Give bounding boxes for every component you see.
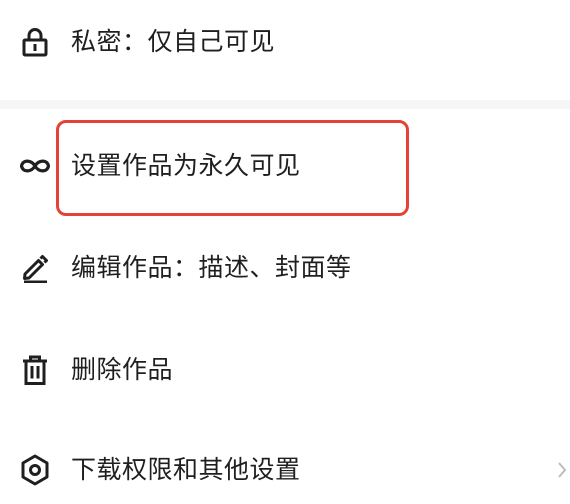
- trash-icon: [18, 353, 52, 387]
- menu-item-delete[interactable]: 删除作品: [0, 340, 570, 400]
- menu-item-permanent-visible[interactable]: 设置作品为永久可见: [0, 136, 570, 196]
- chevron-right-icon: [556, 458, 568, 482]
- menu-item-permanent-visible-label: 设置作品为永久可见: [71, 151, 301, 180]
- pencil-icon: [18, 251, 52, 285]
- section-divider: [0, 100, 570, 109]
- hexagon-settings-icon: [18, 453, 52, 487]
- post-options-menu: 私密：仅自己可见 设置作品为永久可见 编辑作品：描述、封面等 删除作品 下载权限…: [0, 0, 570, 504]
- menu-item-delete-label: 删除作品: [71, 355, 174, 384]
- infinity-icon: [18, 149, 52, 183]
- menu-item-download-settings[interactable]: 下载权限和其他设置: [0, 440, 570, 500]
- menu-item-edit[interactable]: 编辑作品：描述、封面等: [0, 238, 570, 298]
- menu-item-edit-label: 编辑作品：描述、封面等: [71, 253, 352, 282]
- lock-icon: [18, 25, 52, 59]
- menu-item-download-settings-label: 下载权限和其他设置: [71, 455, 301, 484]
- menu-item-privacy-label: 私密：仅自己可见: [71, 27, 276, 56]
- menu-item-privacy[interactable]: 私密：仅自己可见: [0, 12, 570, 72]
